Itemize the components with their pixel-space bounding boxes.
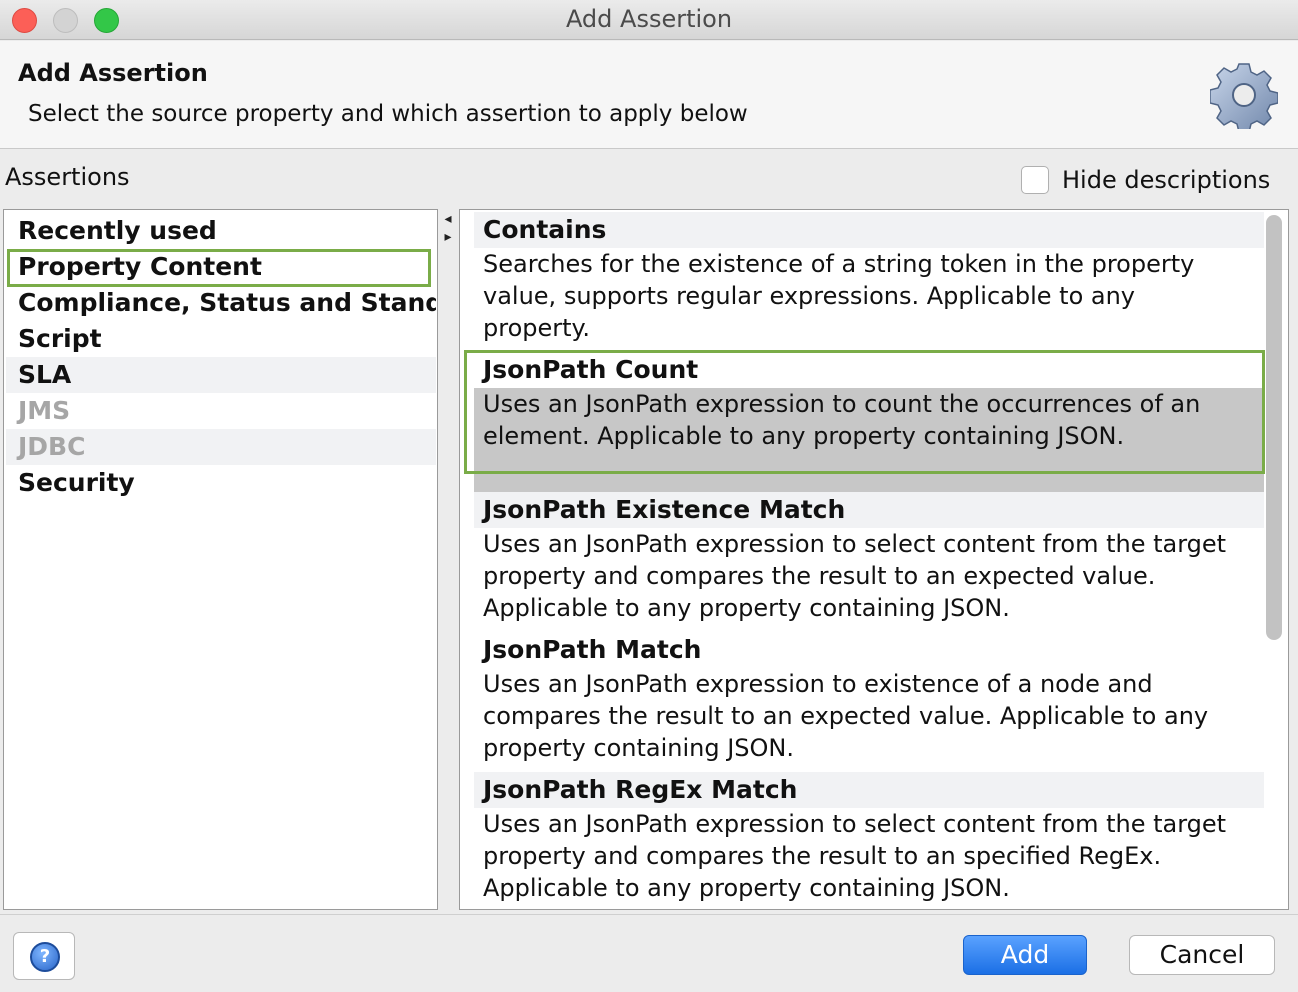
assertion-description-line: property.	[483, 314, 590, 342]
assertion-description-line: property and compares the result to an s…	[483, 842, 1162, 870]
assertion-description-line: property containing JSON.	[483, 734, 794, 762]
assertion-description-line: compares the result to an expected value…	[483, 702, 1209, 730]
category-security[interactable]: Security	[6, 465, 436, 501]
category-script[interactable]: Script	[6, 321, 436, 357]
assertion-list: Contains Searches for the existence of a…	[459, 209, 1289, 910]
help-button[interactable]: ?	[13, 932, 75, 980]
dialog-title: Add Assertion	[18, 59, 208, 87]
assertion-description-line: Uses an JsonPath expression to select co…	[483, 530, 1227, 558]
category-compliance[interactable]: Compliance, Status and Stand...	[6, 285, 436, 321]
hide-descriptions-option[interactable]: Hide descriptions	[1021, 166, 1270, 194]
assertion-description-line: Uses an JsonPath expression to existence…	[483, 670, 1153, 698]
assertion-title: JsonPath RegEx Match	[474, 772, 1264, 808]
assertion-item[interactable]: JsonPath Existence Match Uses an JsonPat…	[474, 492, 1264, 624]
assertion-description-line: property and compares the result to an e…	[483, 562, 1156, 590]
help-icon: ?	[30, 942, 60, 972]
add-button[interactable]: Add	[963, 935, 1087, 975]
title-bar: Add Assertion	[0, 0, 1298, 40]
assertion-description-line: Uses an JsonPath expression to select co…	[483, 810, 1227, 838]
assertion-item[interactable]: JsonPath Match Uses an JsonPath expressi…	[474, 632, 1264, 764]
assertion-description-line: Applicable to any property containing JS…	[483, 594, 1010, 622]
window-title: Add Assertion	[565, 5, 733, 33]
gear-icon	[1210, 63, 1278, 129]
splitter-arrows-icon[interactable]: ◂ ▸	[440, 210, 456, 250]
hide-descriptions-label: Hide descriptions	[1062, 166, 1271, 194]
category-list: Recently used Property Content Complianc…	[3, 209, 438, 910]
category-sla[interactable]: SLA	[6, 357, 436, 393]
cancel-button[interactable]: Cancel	[1129, 935, 1275, 975]
hide-descriptions-checkbox[interactable]	[1021, 166, 1049, 194]
category-jdbc: JDBC	[6, 429, 436, 465]
selected-assertion-highlight	[464, 350, 1265, 474]
assertion-title: Contains	[474, 212, 1264, 248]
assertion-list-scrollbar[interactable]	[1266, 215, 1282, 640]
assertion-description: Searches for the existence of a string t…	[474, 248, 1264, 344]
assertion-description-line: Applicable to any property containing JS…	[483, 874, 1010, 902]
assertion-description-line: Searches for the existence of a string t…	[483, 250, 1195, 278]
assertion-item[interactable]: JsonPath RegEx Match Uses an JsonPath ex…	[474, 772, 1264, 904]
button-bar	[0, 914, 1298, 992]
assertion-description: Uses an JsonPath expression to existence…	[474, 668, 1264, 764]
assertion-title: JsonPath Match	[483, 635, 702, 664]
selected-category-highlight	[7, 249, 431, 287]
assertion-description: Uses an JsonPath expression to select co…	[474, 528, 1264, 624]
dialog-header: Add Assertion Select the source property…	[0, 41, 1298, 149]
category-recently-used[interactable]: Recently used	[6, 213, 436, 249]
assertion-description-line: value, supports regular expressions. App…	[483, 282, 1135, 310]
dialog-description: Select the source property and which ass…	[28, 101, 748, 127]
assertion-description: Uses an JsonPath expression to select co…	[474, 808, 1264, 904]
category-jms: JMS	[18, 396, 71, 425]
assertion-item[interactable]: Contains Searches for the existence of a…	[474, 212, 1264, 344]
assertions-label: Assertions	[5, 163, 130, 191]
assertion-title: JsonPath Existence Match	[474, 492, 1264, 528]
